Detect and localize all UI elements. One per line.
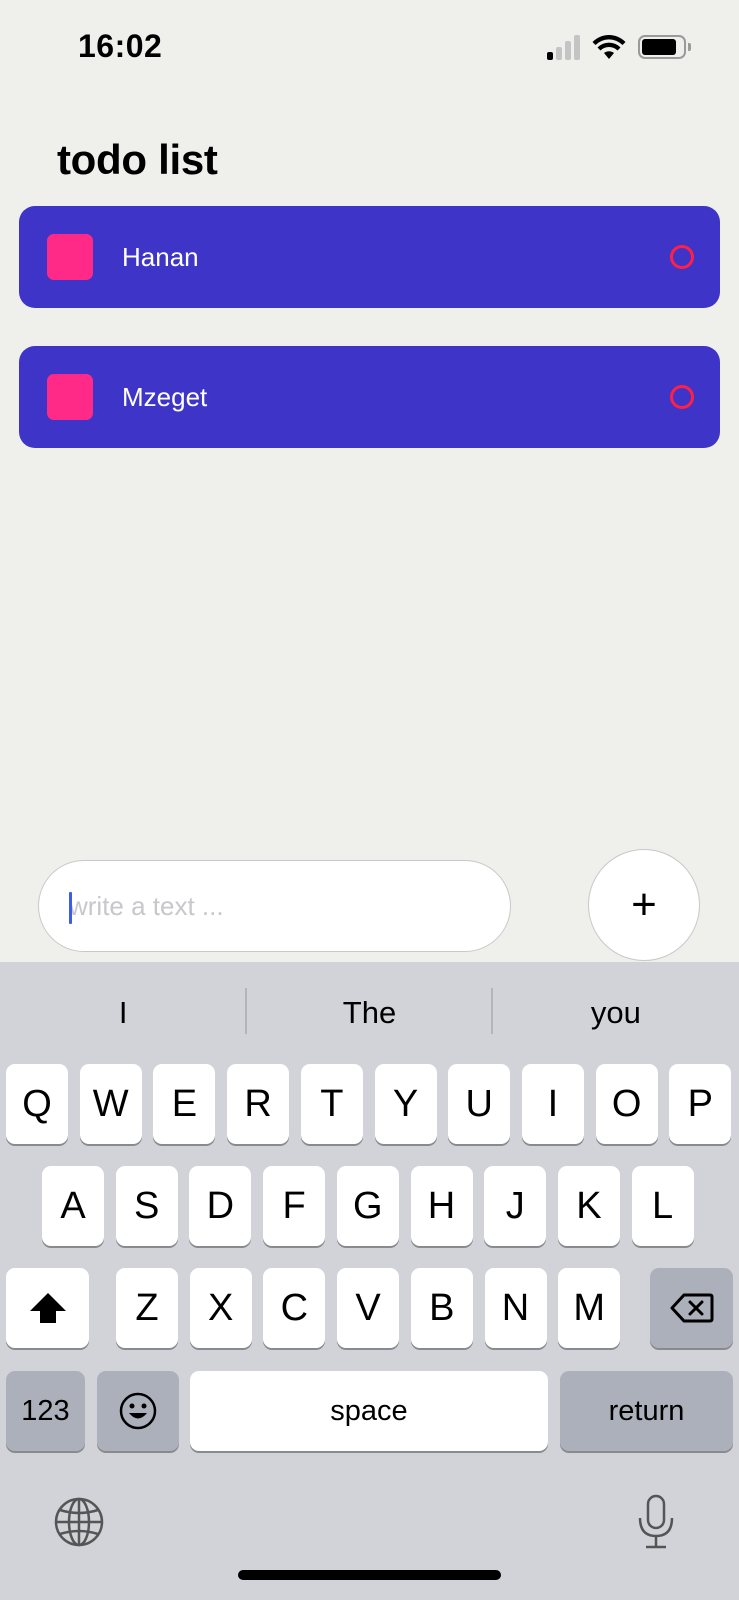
todo-text-input[interactable] [39,861,510,951]
suggestion-divider [491,988,493,1034]
text-input-container [38,860,511,952]
suggestion-bar: I The you [0,988,739,1038]
status-icons [547,34,691,60]
microphone-icon[interactable] [636,1494,676,1550]
keyboard: I The you QWERTYUIOP ASDFGHJKL ZXCVBNM 1… [0,962,739,1600]
circle-icon[interactable] [670,245,694,269]
todo-checkbox[interactable] [47,374,93,420]
wifi-icon [592,35,626,59]
suggestion-divider [245,988,247,1034]
key-b[interactable]: B [410,1268,473,1348]
key-e[interactable]: E [153,1064,216,1144]
todo-checkbox[interactable] [47,234,93,280]
globe-icon[interactable] [53,1496,105,1548]
key-w[interactable]: W [79,1064,142,1144]
backspace-key[interactable] [650,1268,733,1348]
add-button[interactable]: + [588,849,700,961]
battery-icon [638,35,691,59]
key-h[interactable]: H [410,1166,473,1246]
suggestion-item[interactable]: you [493,988,739,1038]
todo-label: Mzeget [122,381,208,412]
key-o[interactable]: O [595,1064,658,1144]
cellular-signal-icon [547,34,580,60]
key-m[interactable]: M [558,1268,621,1348]
key-i[interactable]: I [521,1064,584,1144]
home-indicator [238,1570,501,1580]
space-key[interactable]: space [190,1371,548,1451]
numbers-key-label: 123 [21,1394,70,1427]
key-q[interactable]: Q [6,1064,68,1144]
key-z[interactable]: Z [116,1268,178,1348]
key-d[interactable]: D [189,1166,252,1246]
suggestion-item[interactable]: The [246,988,492,1038]
key-l[interactable]: L [631,1166,694,1246]
todo-list: Hanan Mzeget [19,206,720,486]
todo-item[interactable]: Mzeget [19,346,720,448]
numbers-key[interactable]: 123 [6,1371,85,1451]
circle-icon[interactable] [670,385,694,409]
text-caret [69,892,72,924]
key-j[interactable]: J [484,1166,547,1246]
backspace-icon [670,1293,713,1323]
todo-label: Hanan [122,241,199,272]
shift-key[interactable] [6,1268,89,1348]
emoji-icon [119,1392,157,1430]
status-time: 16:02 [78,28,163,64]
key-f[interactable]: F [263,1166,326,1246]
key-u[interactable]: U [448,1064,511,1144]
key-v[interactable]: V [337,1268,400,1348]
key-c[interactable]: C [263,1268,326,1348]
return-key[interactable]: return [560,1371,733,1451]
key-r[interactable]: R [227,1064,290,1144]
todo-item[interactable]: Hanan [19,206,720,308]
key-n[interactable]: N [484,1268,547,1348]
shift-arrow-icon [29,1293,66,1323]
key-y[interactable]: Y [374,1064,437,1144]
key-t[interactable]: T [300,1064,363,1144]
space-key-label: space [330,1394,408,1427]
key-s[interactable]: S [115,1166,178,1246]
key-x[interactable]: X [189,1268,252,1348]
key-p[interactable]: P [669,1064,732,1144]
key-g[interactable]: G [336,1166,399,1246]
key-k[interactable]: K [557,1166,620,1246]
suggestion-item[interactable]: I [0,988,246,1038]
return-key-label: return [608,1394,685,1427]
key-a[interactable]: A [42,1166,104,1246]
emoji-key[interactable] [97,1371,179,1451]
page-title: todo list [57,136,218,183]
